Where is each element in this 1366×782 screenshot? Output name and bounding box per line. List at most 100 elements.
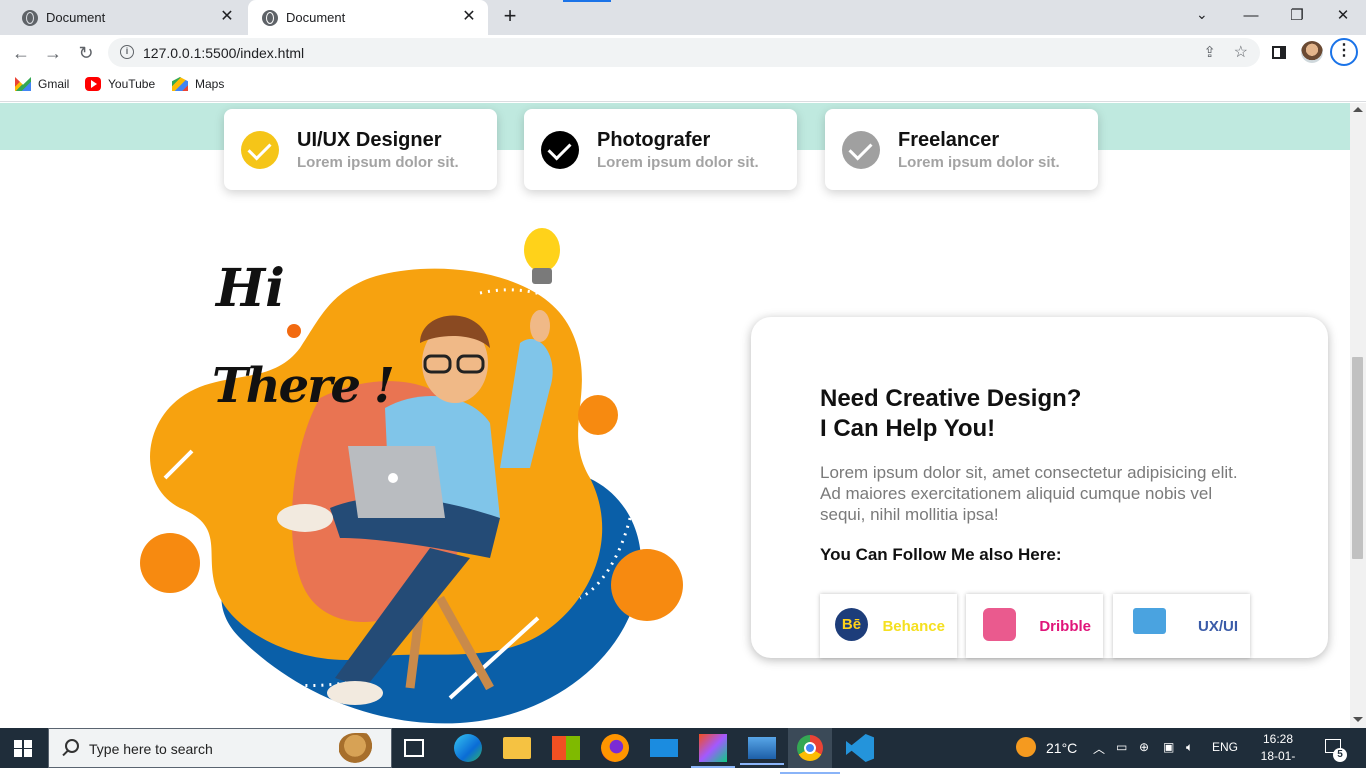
role-card-photographer: Photografer Lorem ipsum dolor sit.: [524, 109, 797, 190]
designer-character-illustration: [140, 228, 683, 724]
bookmark-label: Gmail: [38, 77, 70, 91]
browser-tab-2[interactable]: Document ✕: [248, 0, 488, 35]
bookmark-gmail[interactable]: Gmail: [15, 77, 69, 91]
role-card-freelancer: Freelancer Lorem ipsum dolor sit.: [825, 109, 1098, 190]
dribbble-link[interactable]: Dribble: [966, 594, 1103, 658]
role-card-uiux: UI/UX Designer Lorem ipsum dolor sit.: [224, 109, 497, 190]
taskbar-search-placeholder: Type here to search: [89, 741, 213, 757]
search-highlight-image: [339, 733, 379, 765]
scrollbar-thumb[interactable]: [1352, 357, 1363, 559]
scroll-down-arrow-icon[interactable]: [1353, 717, 1363, 722]
clock-time: 16:28: [1262, 732, 1294, 746]
weather-icon[interactable]: [1016, 737, 1036, 757]
globe-icon: [22, 9, 38, 26]
network-globe-icon[interactable]: ⊕: [1139, 740, 1149, 754]
firefox-icon[interactable]: [601, 734, 629, 762]
back-arrow-icon[interactable]: ←: [8, 40, 34, 66]
close-window-button[interactable]: ✕: [1328, 4, 1358, 28]
greeting-hi: Hi: [216, 258, 285, 319]
contact-title-line-1: Need Creative Design?: [820, 385, 1082, 412]
file-explorer-icon[interactable]: [503, 737, 531, 759]
page-scrollbar[interactable]: [1350, 103, 1366, 728]
chrome-taskbar-slot[interactable]: [780, 728, 840, 774]
close-tab-icon[interactable]: ✕: [460, 8, 478, 26]
check-circle-icon: [241, 131, 279, 169]
mail-icon[interactable]: [650, 739, 678, 757]
profile-avatar[interactable]: [1301, 41, 1323, 63]
battery-icon[interactable]: ▭: [1116, 740, 1127, 754]
role-card-subtitle: Lorem ipsum dolor sit.: [297, 154, 459, 171]
social-label: UX/UI: [1197, 618, 1238, 635]
show-hidden-icons-chevron-icon[interactable]: ︿: [1093, 740, 1105, 757]
tab-loading-indicator: [563, 0, 611, 2]
bookmark-maps[interactable]: Maps: [172, 77, 224, 91]
windows-taskbar: Type here to search 21°C ︿ ▭ ⊕ ▣ 🔈︎ ENG …: [0, 728, 1366, 780]
weather-temperature[interactable]: 21°C: [1046, 740, 1077, 756]
behance-link[interactable]: Bē Behance: [820, 594, 957, 658]
figma-icon[interactable]: [691, 734, 735, 768]
new-tab-button[interactable]: +: [498, 4, 522, 28]
site-info-icon[interactable]: i: [120, 45, 134, 59]
globe-icon: [262, 9, 278, 26]
role-card-title: Photografer: [597, 129, 711, 151]
search-icon: [65, 739, 79, 753]
youtube-icon: [85, 77, 101, 91]
behance-icon: Bē: [835, 608, 868, 641]
share-icon[interactable]: ⇪: [1203, 43, 1216, 61]
contact-description: Lorem ipsum dolor sit, amet consectetur …: [820, 463, 1238, 524]
volume-icon[interactable]: 🔈︎: [1186, 740, 1193, 755]
windows-start-icon[interactable]: [14, 740, 32, 757]
bookmark-star-icon[interactable]: ☆: [1234, 42, 1248, 62]
vscode-icon[interactable]: [846, 734, 874, 762]
follow-label: You Can Follow Me also Here:: [820, 545, 1062, 564]
microsoft-store-icon[interactable]: [552, 736, 580, 760]
restore-button[interactable]: ❐: [1282, 4, 1312, 28]
task-view-icon[interactable]: [404, 739, 424, 757]
contact-title: Need Creative Design? I Can Help You!: [820, 384, 1240, 444]
contact-title-line-2: I Can Help You!: [820, 415, 996, 442]
maps-icon: [172, 77, 188, 91]
side-panel-icon[interactable]: [1272, 46, 1286, 59]
clock-date: 18-01-2023: [1260, 749, 1296, 780]
bookmark-youtube[interactable]: YouTube: [85, 77, 155, 91]
role-card-subtitle: Lorem ipsum dolor sit.: [597, 154, 759, 171]
reload-icon[interactable]: ↻: [73, 40, 99, 66]
meet-now-icon[interactable]: ▣: [1163, 740, 1174, 754]
address-url[interactable]: 127.0.0.1:5500/index.html: [143, 45, 304, 61]
bookmark-label: YouTube: [108, 77, 156, 91]
taskbar-search-box[interactable]: Type here to search: [48, 728, 392, 768]
browser-tab-1[interactable]: Document ✕: [8, 0, 246, 35]
system-clock[interactable]: 16:28 18-01-2023: [1250, 731, 1306, 782]
bookmark-label: Maps: [195, 77, 225, 91]
contact-card: Need Creative Design? I Can Help You! Lo…: [751, 317, 1328, 658]
notification-count-badge: 5: [1333, 748, 1347, 762]
address-bar[interactable]: i 127.0.0.1:5500/index.html ⇪ ☆: [108, 38, 1260, 67]
bookmarks-bar: Gmail YouTube Maps: [0, 70, 1366, 102]
role-card-title: Freelancer: [898, 129, 1000, 151]
role-card-title: UI/UX Designer: [297, 129, 442, 151]
hero-illustration: Hi There !: [120, 218, 700, 728]
photos-icon[interactable]: [740, 737, 784, 765]
input-language[interactable]: ENG: [1212, 740, 1238, 754]
forward-arrow-icon[interactable]: →: [40, 40, 66, 66]
browser-toolbar: ← → ↻ i 127.0.0.1:5500/index.html ⇪ ☆ ⋮: [0, 35, 1366, 70]
scroll-up-arrow-icon[interactable]: [1353, 107, 1363, 112]
monitor-icon: [1133, 608, 1166, 634]
greeting-there: There !: [212, 358, 395, 414]
page-viewport: UI/UX Designer Lorem ipsum dolor sit. Ph…: [0, 103, 1350, 728]
uxui-link[interactable]: UX/UI: [1113, 594, 1250, 658]
browser-menu-button[interactable]: ⋮: [1330, 38, 1358, 66]
gmail-icon: [15, 77, 31, 91]
dribbble-icon: [983, 608, 1016, 641]
edge-icon[interactable]: [454, 734, 482, 762]
role-card-subtitle: Lorem ipsum dolor sit.: [898, 154, 1060, 171]
tab-title: Document: [286, 10, 346, 25]
tab-title: Document: [46, 10, 106, 25]
chrome-icon-center: [804, 742, 816, 754]
social-label: Dribble: [1039, 618, 1091, 635]
check-circle-icon: [541, 131, 579, 169]
minimize-button[interactable]: —: [1236, 4, 1266, 28]
tab-search-chevron-icon[interactable]: ⌄: [1196, 6, 1208, 23]
close-tab-icon[interactable]: ✕: [218, 8, 236, 26]
check-circle-icon: [842, 131, 880, 169]
